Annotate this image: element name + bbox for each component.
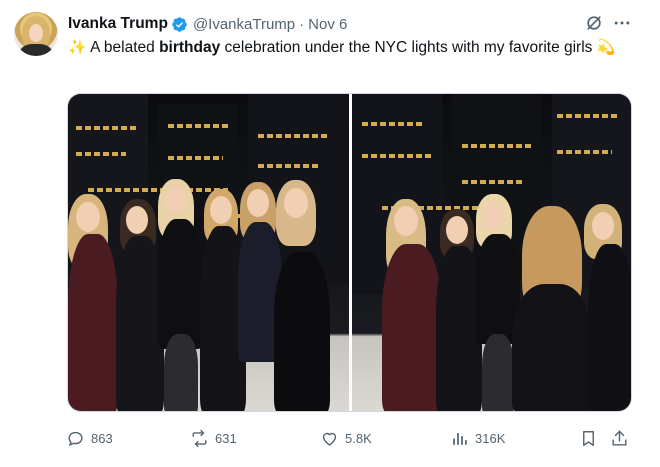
dizzy-emoji: 💫 [596, 39, 616, 56]
tweet-text: ✨ A belated birthday celebration under t… [68, 37, 638, 58]
repost-icon [192, 429, 207, 447]
tweet-text-part: celebration under the NYC lights with my… [220, 39, 597, 56]
reply-icon [68, 431, 83, 446]
reply-count: 863 [91, 430, 113, 446]
repost-button[interactable]: 631 [190, 426, 237, 450]
reply-button[interactable]: 863 [66, 426, 113, 450]
views-button[interactable]: 316K [450, 426, 505, 450]
views-icon [453, 432, 467, 445]
action-bar: 863 631 5.8K 316K [62, 426, 642, 450]
repost-count: 631 [215, 430, 237, 446]
photo-left[interactable] [68, 94, 349, 411]
like-count: 5.8K [345, 430, 372, 446]
tweet[interactable]: Ivanka Trump @IvankaTrump · Nov 6 ✨ A be… [0, 0, 660, 467]
tweet-text-bold: birthday [159, 39, 221, 56]
sparkles-emoji: ✨ [68, 39, 87, 56]
bookmark-icon [583, 430, 594, 446]
tweet-date[interactable]: Nov 6 [308, 16, 347, 33]
more-icon[interactable] [612, 13, 632, 33]
display-name[interactable]: Ivanka Trump [68, 15, 168, 33]
bookmark-button[interactable] [579, 426, 604, 450]
handle[interactable]: @IvankaTrump [193, 16, 295, 33]
share-button[interactable] [610, 426, 635, 450]
media-grid [67, 93, 632, 412]
separator-dot: · [299, 15, 305, 33]
like-button[interactable]: 5.8K [320, 426, 372, 450]
photo-right[interactable] [352, 94, 631, 411]
views-count: 316K [475, 430, 506, 446]
avatar[interactable] [14, 12, 58, 56]
tweet-header: Ivanka Trump @IvankaTrump · Nov 6 [68, 14, 347, 34]
grok-icon[interactable] [584, 13, 604, 33]
verified-badge-icon [172, 16, 187, 32]
tweet-text-part: A belated [86, 39, 160, 56]
heart-icon [322, 432, 337, 446]
share-icon [612, 430, 627, 446]
